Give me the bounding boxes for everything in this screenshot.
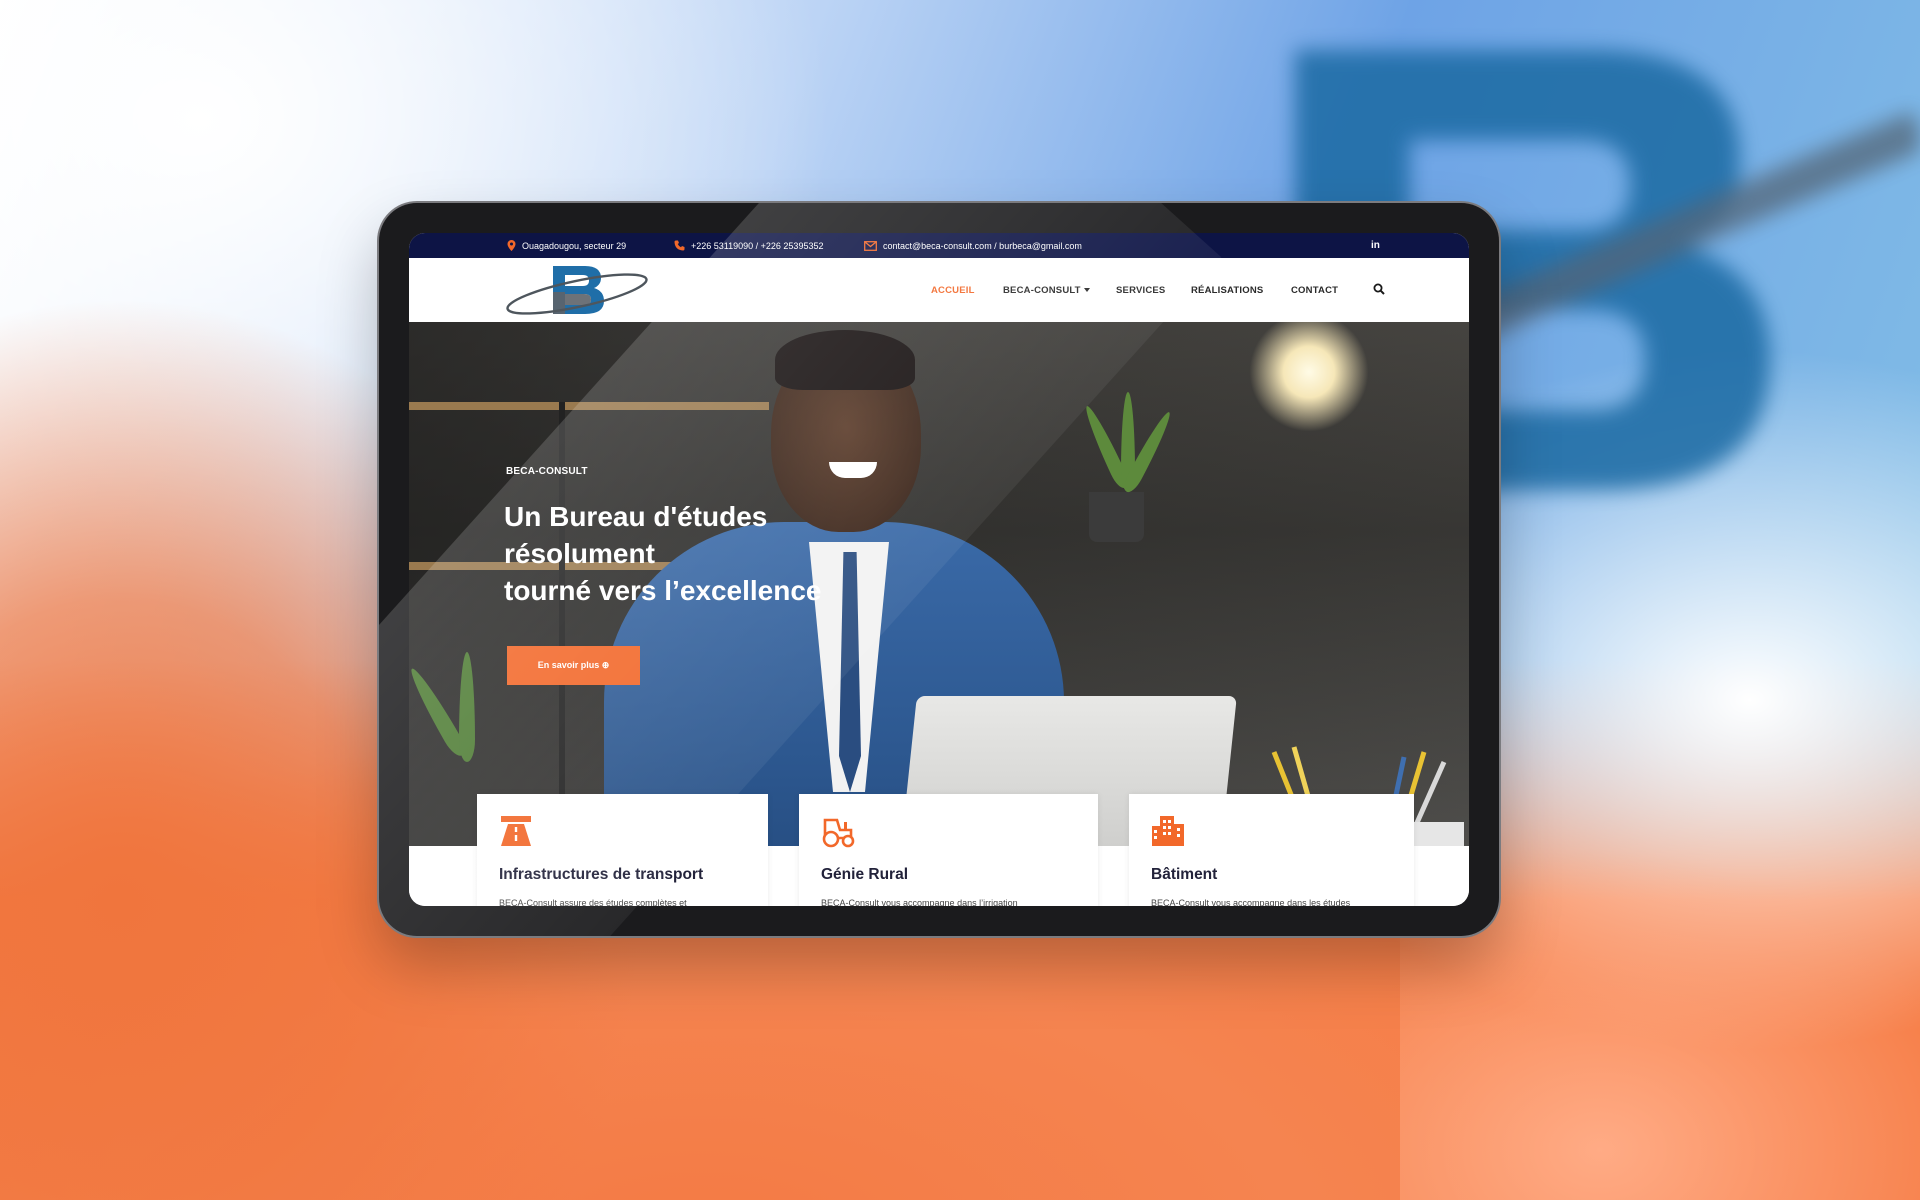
shelf-post bbox=[559, 402, 565, 822]
buildings-icon bbox=[1152, 816, 1184, 846]
envelope-icon bbox=[864, 240, 877, 251]
highway-icon bbox=[501, 816, 531, 846]
top-info-bar: Ouagadougou, secteur 29 +226 53119090 / … bbox=[409, 233, 1469, 258]
card-title: Bâtiment bbox=[1151, 866, 1218, 883]
email-text: contact@beca-consult.com / burbeca@gmail… bbox=[883, 240, 1082, 251]
phone-text: +226 53119090 / +226 25395352 bbox=[691, 240, 824, 251]
caret-down-icon bbox=[1083, 287, 1090, 292]
nav-realisations[interactable]: RÉALISATIONS bbox=[1191, 285, 1263, 296]
nav-accueil[interactable]: ACCUEIL bbox=[931, 285, 975, 296]
nav-beca-consult-label: BECA-CONSULT bbox=[1003, 284, 1081, 296]
bookshelf bbox=[409, 402, 769, 410]
card-title: Génie Rural bbox=[821, 866, 908, 883]
website-screen: Ouagadougou, secteur 29 +226 53119090 / … bbox=[409, 233, 1469, 906]
nav-services[interactable]: SERVICES bbox=[1116, 285, 1165, 296]
email-item[interactable]: contact@beca-consult.com / burbeca@gmail… bbox=[864, 233, 1082, 258]
nav-beca-consult[interactable]: BECA-CONSULT bbox=[1003, 285, 1090, 296]
hero-title-line: Un Bureau d'études bbox=[504, 501, 768, 532]
service-card-genie-rural[interactable]: Génie Rural BECA-Consult vous accompagne… bbox=[799, 794, 1098, 906]
hero-eyebrow: BECA-CONSULT bbox=[506, 466, 588, 477]
card-text: BECA-Consult assure des études complètes… bbox=[499, 898, 687, 906]
plant-pot bbox=[1089, 492, 1144, 542]
phone-icon bbox=[674, 240, 685, 251]
service-card-transport[interactable]: Infrastructures de transport BECA-Consul… bbox=[477, 794, 768, 906]
person-hair bbox=[775, 330, 915, 390]
card-text: BECA-Consult vous accompagne dans l’irri… bbox=[821, 898, 1018, 906]
card-text: BECA-Consult vous accompagne dans les ét… bbox=[1151, 898, 1351, 906]
beca-logo[interactable] bbox=[505, 262, 650, 318]
desk-lamp-light bbox=[1249, 322, 1369, 432]
plant-leaf bbox=[459, 652, 475, 762]
search-icon[interactable] bbox=[1373, 283, 1385, 295]
address-text: Ouagadougou, secteur 29 bbox=[522, 240, 627, 251]
nav-contact[interactable]: CONTACT bbox=[1291, 285, 1338, 296]
main-navbar: ACCUEIL BECA-CONSULT SERVICES RÉALISATIO… bbox=[409, 258, 1469, 322]
hero-banner: BECA-CONSULT Un Bureau d'études résolume… bbox=[409, 322, 1469, 846]
address-item: Ouagadougou, secteur 29 bbox=[507, 233, 626, 258]
service-card-batiment[interactable]: Bâtiment BECA-Consult vous accompagne da… bbox=[1129, 794, 1414, 906]
hero-title-line: résolument bbox=[504, 538, 655, 569]
linkedin-icon[interactable]: in bbox=[1371, 233, 1380, 258]
hero-title: Un Bureau d'études résolument tourné ver… bbox=[504, 498, 924, 609]
card-title: Infrastructures de transport bbox=[499, 866, 704, 883]
location-pin-icon bbox=[507, 240, 516, 251]
tablet-device: Ouagadougou, secteur 29 +226 53119090 / … bbox=[379, 203, 1499, 936]
hero-title-line: tourné vers l’excellence bbox=[504, 575, 822, 606]
tractor-icon bbox=[822, 818, 855, 848]
phone-item[interactable]: +226 53119090 / +226 25395352 bbox=[674, 233, 823, 258]
learn-more-button[interactable]: En savoir plus ⊕ bbox=[507, 646, 640, 685]
